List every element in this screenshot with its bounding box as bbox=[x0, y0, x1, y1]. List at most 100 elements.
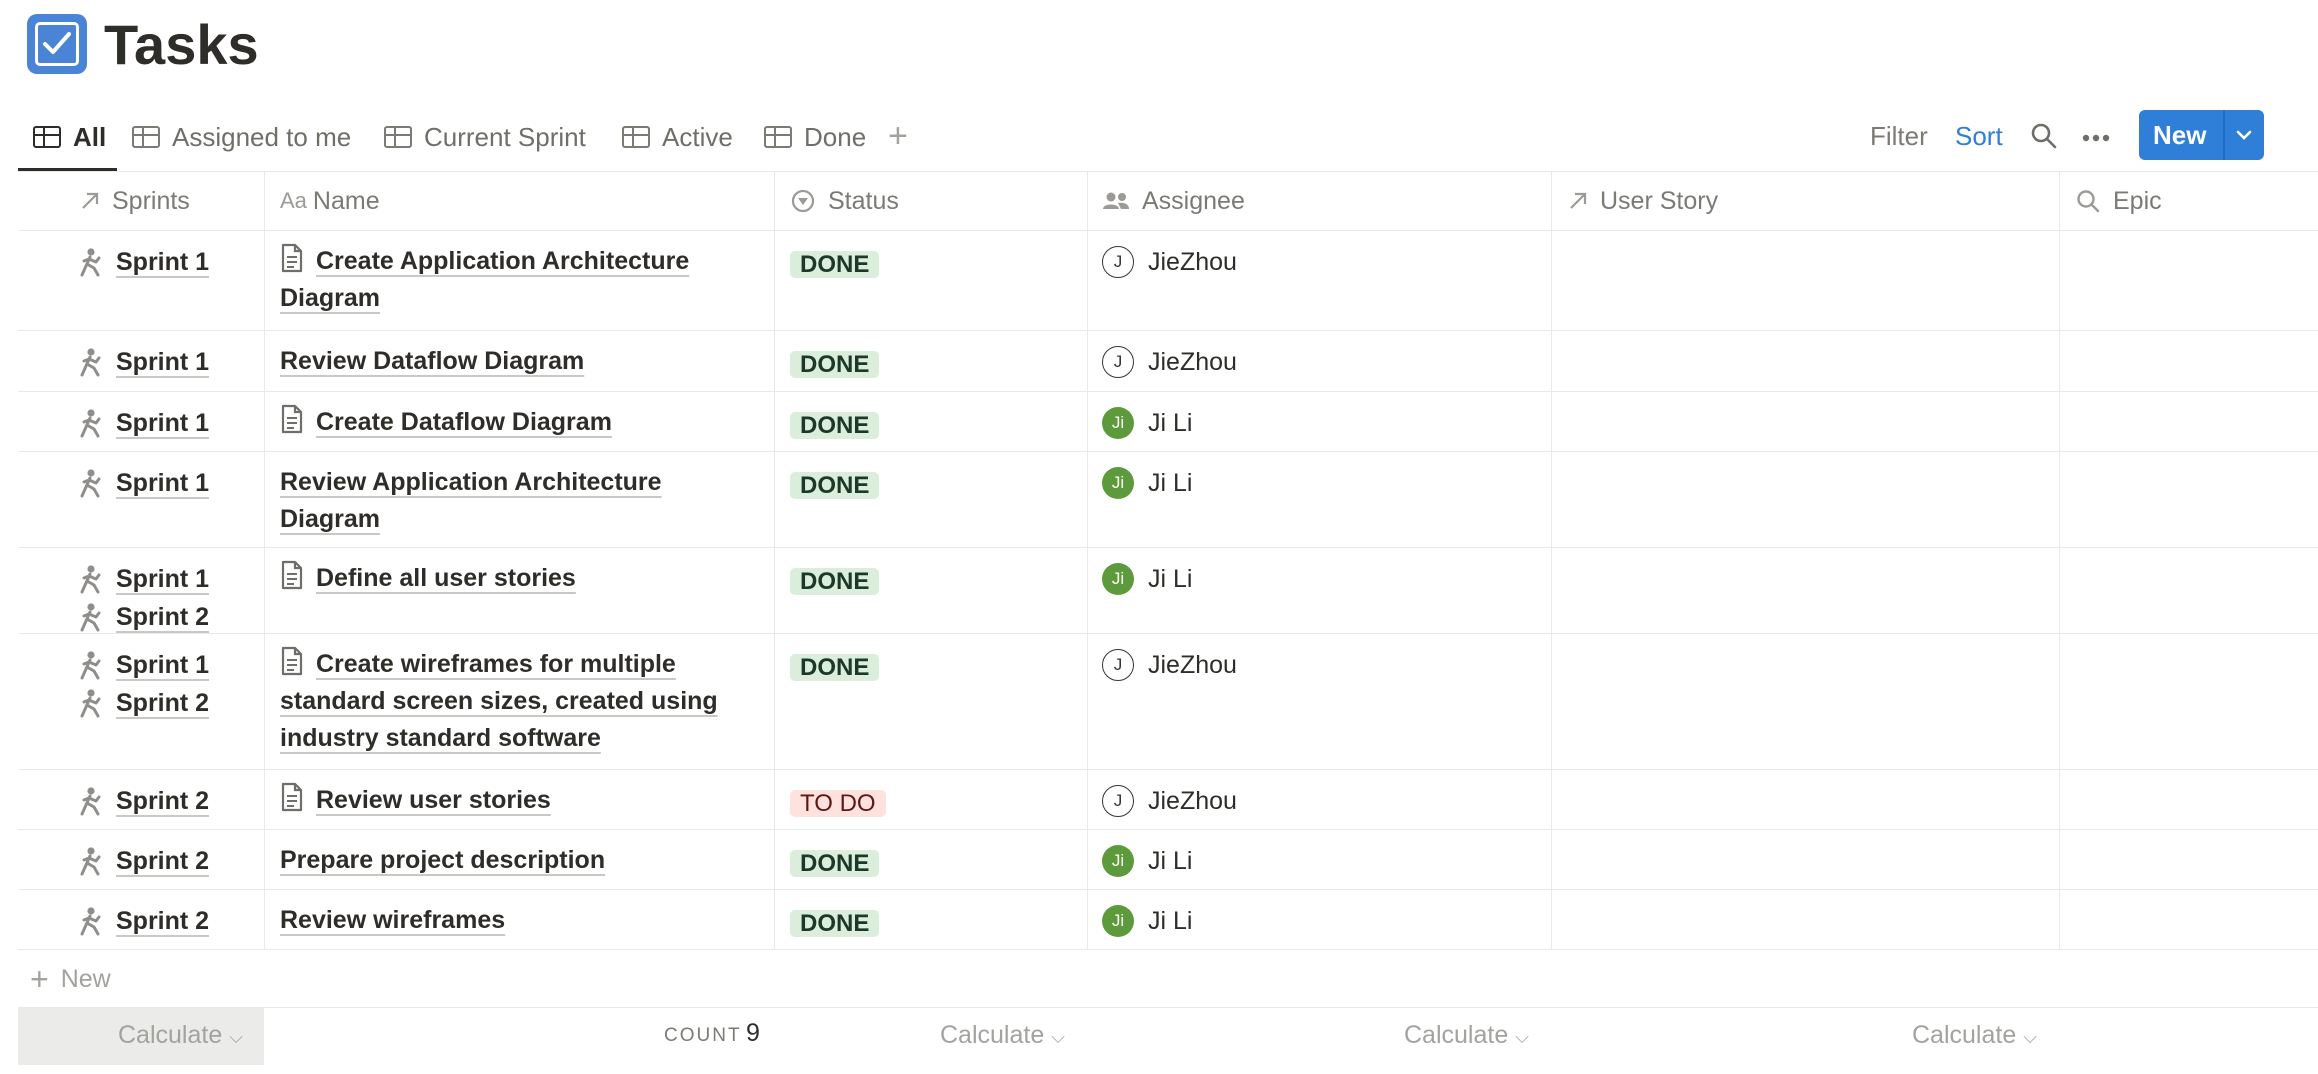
assignee-cell[interactable]: Ji Ji Li bbox=[1102, 407, 1192, 439]
task-name-cell[interactable]: Review user stories bbox=[280, 782, 760, 819]
sprints-cell: Sprint 1 bbox=[78, 404, 209, 442]
calculate-user-story[interactable]: Calculate ⌵ bbox=[1912, 1017, 2037, 1055]
text-property-icon: Aa bbox=[280, 188, 307, 213]
filter-button[interactable]: Filter bbox=[1870, 118, 1928, 154]
column-header-epic[interactable]: Epic bbox=[2075, 178, 2162, 224]
task-name-cell[interactable]: Prepare project description bbox=[280, 842, 760, 879]
column-header-status[interactable]: Status bbox=[790, 178, 899, 224]
sprint-label: Sprint 1 bbox=[116, 565, 210, 593]
document-icon bbox=[281, 404, 303, 434]
sprints-cell: Sprint 2 bbox=[78, 902, 209, 940]
task-name[interactable]: standard screen sizes, created using bbox=[280, 687, 718, 715]
task-name[interactable]: Create Application Architecture bbox=[316, 247, 689, 275]
task-name-cell[interactable]: Review wireframes bbox=[280, 902, 760, 939]
task-name[interactable]: Prepare project description bbox=[280, 846, 605, 874]
status-cell[interactable]: TO DO bbox=[790, 786, 886, 822]
task-name-cell[interactable]: Create Application Architecture Diagram bbox=[280, 243, 760, 317]
assignee-cell[interactable]: J JieZhou bbox=[1102, 346, 1237, 378]
sprint-runner-icon bbox=[80, 689, 101, 718]
table-icon bbox=[132, 126, 160, 148]
status-badge: DONE bbox=[790, 251, 880, 278]
column-header-assignee[interactable]: Assignee bbox=[1102, 178, 1245, 224]
task-name[interactable]: Define all user stories bbox=[316, 564, 576, 592]
tasks-app-icon bbox=[27, 14, 87, 74]
chevron-down-icon: ⌵ bbox=[1051, 1027, 1065, 1047]
column-header-sprints[interactable]: Sprints bbox=[80, 178, 190, 224]
status-cell[interactable]: DONE bbox=[790, 650, 880, 686]
assignee-name: Ji Li bbox=[1148, 468, 1193, 497]
sprint-link[interactable]: Sprint 2 bbox=[78, 842, 209, 880]
tab-active[interactable]: Active bbox=[622, 116, 733, 158]
sprint-runner-icon bbox=[80, 787, 101, 816]
task-name-cell[interactable]: Define all user stories bbox=[280, 560, 760, 597]
sprint-link[interactable]: Sprint 1 bbox=[78, 404, 209, 442]
tab-current-sprint[interactable]: Current Sprint bbox=[384, 116, 586, 158]
status-cell[interactable]: DONE bbox=[790, 468, 880, 504]
task-name[interactable]: Create Dataflow Diagram bbox=[316, 408, 612, 436]
status-cell[interactable]: DONE bbox=[790, 564, 880, 600]
task-name[interactable]: Review Application Architecture bbox=[280, 468, 662, 496]
more-options-icon[interactable] bbox=[2082, 130, 2110, 148]
status-cell[interactable]: DONE bbox=[790, 408, 880, 444]
avatar: J bbox=[1102, 785, 1134, 817]
sprint-runner-icon bbox=[80, 847, 101, 876]
task-name[interactable]: industry standard software bbox=[280, 724, 601, 752]
assignee-cell[interactable]: Ji Ji Li bbox=[1102, 905, 1192, 937]
task-name[interactable]: Review Dataflow Diagram bbox=[280, 347, 584, 375]
status-badge: DONE bbox=[790, 412, 880, 439]
sprint-runner-icon bbox=[80, 348, 101, 377]
status-cell[interactable]: DONE bbox=[790, 906, 880, 942]
task-name[interactable]: Diagram bbox=[280, 505, 380, 533]
task-name[interactable]: Create wireframes for multiple bbox=[316, 650, 676, 678]
count-value: 9 bbox=[746, 1019, 760, 1047]
column-header-user-story[interactable]: User Story bbox=[1568, 178, 1718, 224]
calculate-assignee[interactable]: Calculate ⌵ bbox=[1404, 1017, 1529, 1055]
assignee-cell[interactable]: J JieZhou bbox=[1102, 246, 1237, 278]
assignee-cell[interactable]: J JieZhou bbox=[1102, 785, 1237, 817]
sprint-link[interactable]: Sprint 2 bbox=[78, 902, 209, 940]
sprint-link[interactable]: Sprint 2 bbox=[78, 782, 209, 820]
task-name-cell[interactable]: Create Dataflow Diagram bbox=[280, 404, 760, 441]
sprint-link[interactable]: Sprint 1 bbox=[78, 243, 209, 281]
status-cell[interactable]: DONE bbox=[790, 846, 880, 882]
task-name[interactable]: Diagram bbox=[280, 284, 380, 312]
sprint-link[interactable]: Sprint 1 bbox=[78, 560, 209, 598]
assignee-cell[interactable]: Ji Ji Li bbox=[1102, 563, 1192, 595]
add-view-plus-icon[interactable]: + bbox=[888, 116, 908, 156]
sprint-label: Sprint 2 bbox=[116, 689, 210, 717]
sprints-cell: Sprint 2 bbox=[78, 782, 209, 820]
assignee-name: Ji Li bbox=[1148, 846, 1193, 875]
sprint-label: Sprint 2 bbox=[116, 603, 210, 631]
count-summary[interactable]: COUNT 9 bbox=[664, 1019, 760, 1048]
task-name-cell[interactable]: Review Application Architecture Diagram bbox=[280, 464, 760, 538]
column-header-name[interactable]: Aa Name bbox=[280, 178, 380, 224]
sprint-link[interactable]: Sprint 1 bbox=[78, 464, 209, 502]
search-icon[interactable] bbox=[2030, 122, 2058, 155]
assignee-cell[interactable]: J JieZhou bbox=[1102, 649, 1237, 681]
status-badge: DONE bbox=[790, 850, 880, 877]
assignee-name: Ji Li bbox=[1148, 408, 1193, 437]
new-button[interactable]: New bbox=[2139, 110, 2264, 160]
tab-assigned-to-me[interactable]: Assigned to me bbox=[132, 116, 351, 158]
sprint-link[interactable]: Sprint 1 bbox=[78, 646, 209, 684]
tab-done[interactable]: Done bbox=[764, 116, 866, 158]
sprint-link[interactable]: Sprint 1 bbox=[78, 343, 209, 381]
status-cell[interactable]: DONE bbox=[790, 247, 880, 283]
add-row-button[interactable]: + New bbox=[30, 961, 111, 997]
calculate-sprints[interactable]: Calculate ⌵ bbox=[118, 1017, 243, 1055]
assignee-cell[interactable]: Ji Ji Li bbox=[1102, 845, 1192, 877]
sprint-runner-icon bbox=[80, 469, 101, 498]
sprint-label: Sprint 1 bbox=[116, 248, 210, 276]
calculate-status[interactable]: Calculate ⌵ bbox=[940, 1017, 1065, 1055]
task-name[interactable]: Review wireframes bbox=[280, 906, 505, 934]
tab-all[interactable]: All bbox=[33, 116, 106, 158]
status-cell[interactable]: DONE bbox=[790, 347, 880, 383]
sprint-link[interactable]: Sprint 2 bbox=[78, 684, 209, 722]
task-name-cell[interactable]: Create wireframes for multiple standard s… bbox=[280, 646, 760, 757]
task-name-cell[interactable]: Review Dataflow Diagram bbox=[280, 343, 760, 380]
task-name[interactable]: Review user stories bbox=[316, 786, 551, 814]
sort-button[interactable]: Sort bbox=[1955, 118, 2003, 154]
sprint-label: Sprint 2 bbox=[116, 907, 210, 935]
assignee-cell[interactable]: Ji Ji Li bbox=[1102, 467, 1192, 499]
sprint-link[interactable]: Sprint 2 bbox=[78, 598, 209, 636]
